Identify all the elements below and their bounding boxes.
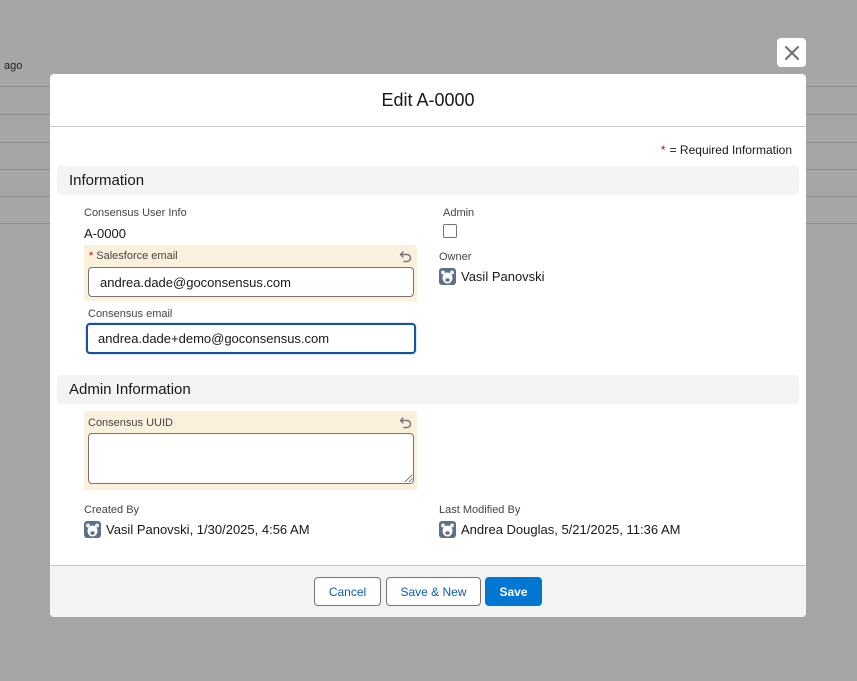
- last-modified-by-label: Last Modified By: [439, 504, 521, 516]
- last-modified-by-value[interactable]: Andrea Douglas, 5/21/2025, 11:36 AM: [461, 522, 680, 537]
- background-divider: [0, 196, 50, 197]
- close-modal-button[interactable]: [777, 38, 806, 67]
- owner-label: Owner: [439, 251, 472, 263]
- consensus-uuid-textarea[interactable]: [88, 433, 414, 484]
- background-divider: [806, 86, 857, 87]
- background-divider: [806, 196, 857, 197]
- consensus-email-input[interactable]: [86, 323, 416, 354]
- background-divider: [0, 142, 50, 143]
- background-divider: [0, 114, 50, 115]
- background-divider: [0, 223, 50, 224]
- save-button[interactable]: Save: [485, 577, 542, 606]
- background-divider: [806, 223, 857, 224]
- consensus-user-info-label: Consensus User Info: [84, 207, 187, 219]
- save-and-new-button[interactable]: Save & New: [386, 577, 481, 606]
- admin-label: Admin: [443, 207, 475, 219]
- salesforce-email-label-text: Salesforce email: [96, 250, 178, 262]
- consensus-uuid-label: Consensus UUID: [88, 417, 173, 429]
- consensus-uuid-edited-field: Consensus UUID: [84, 411, 417, 490]
- required-asterisk: *: [660, 143, 666, 157]
- background-divider: [806, 169, 857, 170]
- consensus-user-info-value: A-0000: [84, 226, 126, 241]
- undo-icon[interactable]: [399, 249, 413, 263]
- created-by-avatar: [84, 521, 101, 538]
- required-note-text: = Required Information: [669, 143, 792, 157]
- modal-title: Edit A-0000: [50, 74, 806, 127]
- required-asterisk: *: [89, 250, 94, 262]
- close-icon: [784, 45, 799, 60]
- user-avatar-icon: [441, 523, 454, 537]
- created-by-value[interactable]: Vasil Panovski, 1/30/2025, 4:56 AM: [106, 522, 310, 537]
- consensus-email-label: Consensus email: [88, 308, 173, 320]
- salesforce-email-edited-field: * Salesforce email: [84, 245, 417, 301]
- modal-footer: Cancel Save & New Save: [50, 565, 806, 617]
- owner-avatar: [439, 268, 456, 285]
- created-by-label: Created By: [84, 504, 140, 516]
- last-modified-by-avatar: [439, 521, 456, 538]
- user-avatar-icon: [86, 523, 99, 537]
- user-avatar-icon: [441, 270, 454, 284]
- owner-value[interactable]: Vasil Panovski: [461, 269, 545, 284]
- required-information-note: * = Required Information: [661, 143, 792, 157]
- salesforce-email-input[interactable]: [88, 267, 414, 297]
- background-divider: [806, 114, 857, 115]
- background-divider: [0, 169, 50, 170]
- background-divider: [0, 86, 50, 87]
- cancel-button[interactable]: Cancel: [314, 577, 381, 606]
- salesforce-email-label: * Salesforce email: [89, 250, 178, 262]
- section-header-admin-information[interactable]: Admin Information: [57, 375, 799, 404]
- background-ago-text: ago: [4, 60, 23, 72]
- admin-checkbox[interactable]: [443, 224, 457, 238]
- undo-icon[interactable]: [399, 415, 413, 429]
- background-divider: [806, 142, 857, 143]
- section-header-information[interactable]: Information: [57, 166, 799, 195]
- edit-record-modal: Edit A-0000 * = Required Information Info…: [50, 74, 806, 617]
